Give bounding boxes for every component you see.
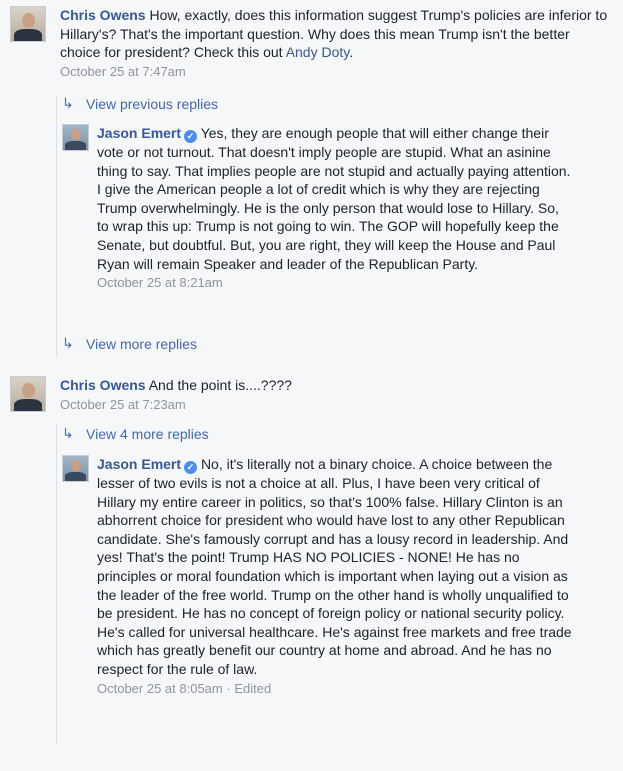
comment-chris-2: Chris Owens And the point is....???? Oct…: [10, 376, 615, 412]
view-more-replies-link[interactable]: ↳ View more replies: [62, 335, 197, 352]
reply-arrow-icon: ↳: [62, 425, 74, 441]
author-name[interactable]: Chris Owens: [60, 7, 146, 23]
avatar[interactable]: [62, 124, 89, 151]
view-4-more-replies-link[interactable]: ↳ View 4 more replies: [62, 425, 209, 442]
thread-line: [56, 97, 57, 357]
author-name[interactable]: Chris Owens: [60, 377, 146, 393]
comment-text: No, it's literally not a binary choice. …: [97, 456, 572, 677]
avatar[interactable]: [10, 6, 46, 42]
comment-text: Yes, they are enough people that will ei…: [97, 125, 571, 272]
comment-body: Chris Owens How, exactly, does this info…: [60, 7, 608, 61]
comment-jason-2: Jason Emert ✓ No, it's literally not a bi…: [62, 455, 615, 696]
avatar[interactable]: [62, 455, 89, 482]
comment-jason-1: Jason Emert ✓ Yes, they are enough people…: [62, 124, 615, 290]
mention-link[interactable]: Andy Doty: [286, 44, 350, 60]
timestamp[interactable]: October 25 at 8:05am: [97, 681, 223, 696]
verified-badge-icon: ✓: [184, 461, 198, 474]
view-previous-replies-link[interactable]: ↳ View previous replies: [62, 95, 218, 112]
timestamp[interactable]: October 25 at 7:47am: [60, 64, 610, 79]
timestamp[interactable]: October 25 at 7:23am: [60, 397, 610, 412]
comment-meta: October 25 at 8:05am · Edited: [97, 680, 272, 696]
comment-body: Jason Emert ✓ No, it's literally not a bi…: [97, 455, 577, 679]
verified-badge-icon: ✓: [184, 130, 198, 143]
thread-line: [56, 424, 57, 744]
comment-body: Chris Owens And the point is....????: [60, 376, 610, 395]
timestamp[interactable]: October 25 at 8:21am: [97, 275, 573, 290]
comment-thread: Chris Owens How, exactly, does this info…: [0, 0, 623, 771]
comment-chris-1: Chris Owens How, exactly, does this info…: [10, 6, 615, 79]
reply-arrow-icon: ↳: [62, 335, 74, 351]
edited-label[interactable]: Edited: [234, 681, 271, 696]
comment-text: And the point is....????: [148, 377, 292, 393]
author-name[interactable]: Jason Emert: [97, 456, 181, 472]
author-name[interactable]: Jason Emert: [97, 125, 181, 141]
comment-body: Jason Emert ✓ Yes, they are enough people…: [97, 124, 573, 273]
avatar[interactable]: [10, 376, 46, 412]
reply-arrow-icon: ↳: [62, 95, 74, 111]
